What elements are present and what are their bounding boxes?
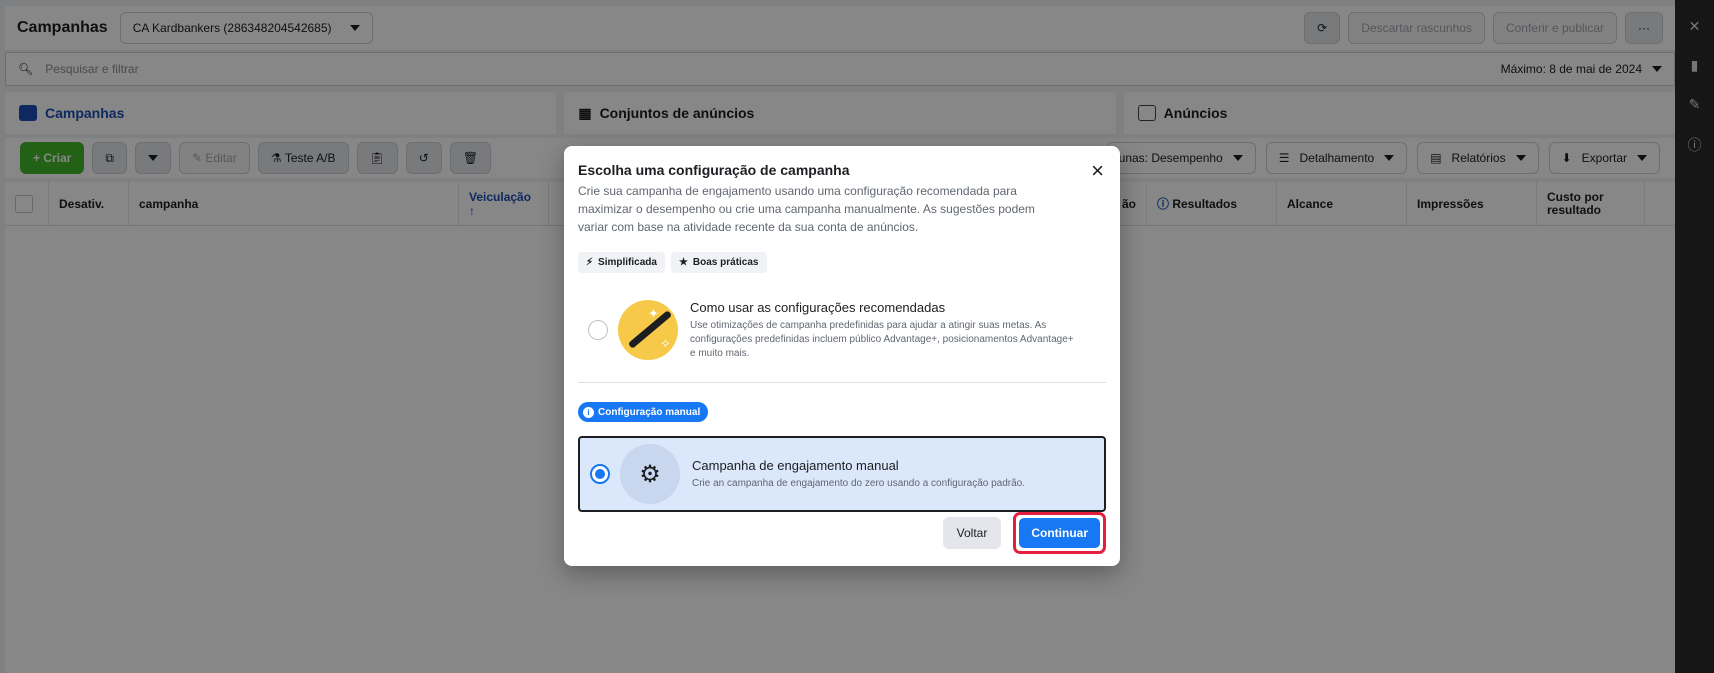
sparkle-icon: ✦: [648, 306, 659, 321]
chip-label: Simplificada: [598, 257, 657, 268]
gear-icon: ⚙: [620, 444, 680, 504]
lightning-icon: ⚡︎: [586, 257, 594, 268]
close-icon[interactable]: ×: [1091, 160, 1104, 182]
option-recommended-settings[interactable]: ✦ ✧ Como usar as configurações recomenda…: [578, 286, 1106, 374]
option-text: Campanha de engajamento manual Crie an c…: [692, 458, 1082, 491]
option-title: Como usar as configurações recomendadas: [690, 299, 946, 315]
divider: [578, 382, 1106, 383]
radio-manual[interactable]: [590, 464, 610, 484]
continue-button[interactable]: Continuar: [1019, 518, 1100, 548]
option-description: Crie an campanha de engajamento do zero …: [692, 477, 1026, 489]
star-icon: ★: [678, 257, 688, 268]
campaign-setup-dialog: Escolha uma configuração de campanha × C…: [564, 146, 1120, 566]
option-text: Como usar as configurações recomendadas …: [690, 300, 1080, 361]
chip-best-practices: ★ Boas práticas: [670, 252, 767, 273]
dialog-description: Crie sua campanha de engajamento usando …: [578, 184, 1035, 234]
option-description: Use otimizações de campanha predefinidas…: [690, 319, 1074, 359]
manual-setup-badge: i Configuração manual: [578, 402, 709, 422]
option-manual-campaign[interactable]: ⚙ Campanha de engajamento manual Crie an…: [578, 436, 1106, 512]
radio-recommended[interactable]: [588, 320, 608, 340]
info-icon: i: [583, 406, 594, 418]
recommendation-chips: ⚡︎ Simplificada ★ Boas práticas: [578, 252, 1106, 273]
dialog-title: Escolha uma configuração de campanha: [578, 162, 850, 178]
back-button[interactable]: Voltar: [942, 517, 1002, 549]
sparkle-icon: ✧: [660, 336, 671, 351]
chip-label: Boas práticas: [692, 257, 759, 268]
option-title: Campanha de engajamento manual: [692, 457, 899, 473]
dialog-footer: Voltar Continuar: [942, 512, 1106, 554]
chip-simplified: ⚡︎ Simplificada: [578, 252, 665, 273]
continue-highlight: Continuar: [1013, 512, 1106, 554]
badge-label: Configuração manual: [598, 406, 701, 418]
magic-wand-illustration: ✦ ✧: [618, 300, 678, 360]
